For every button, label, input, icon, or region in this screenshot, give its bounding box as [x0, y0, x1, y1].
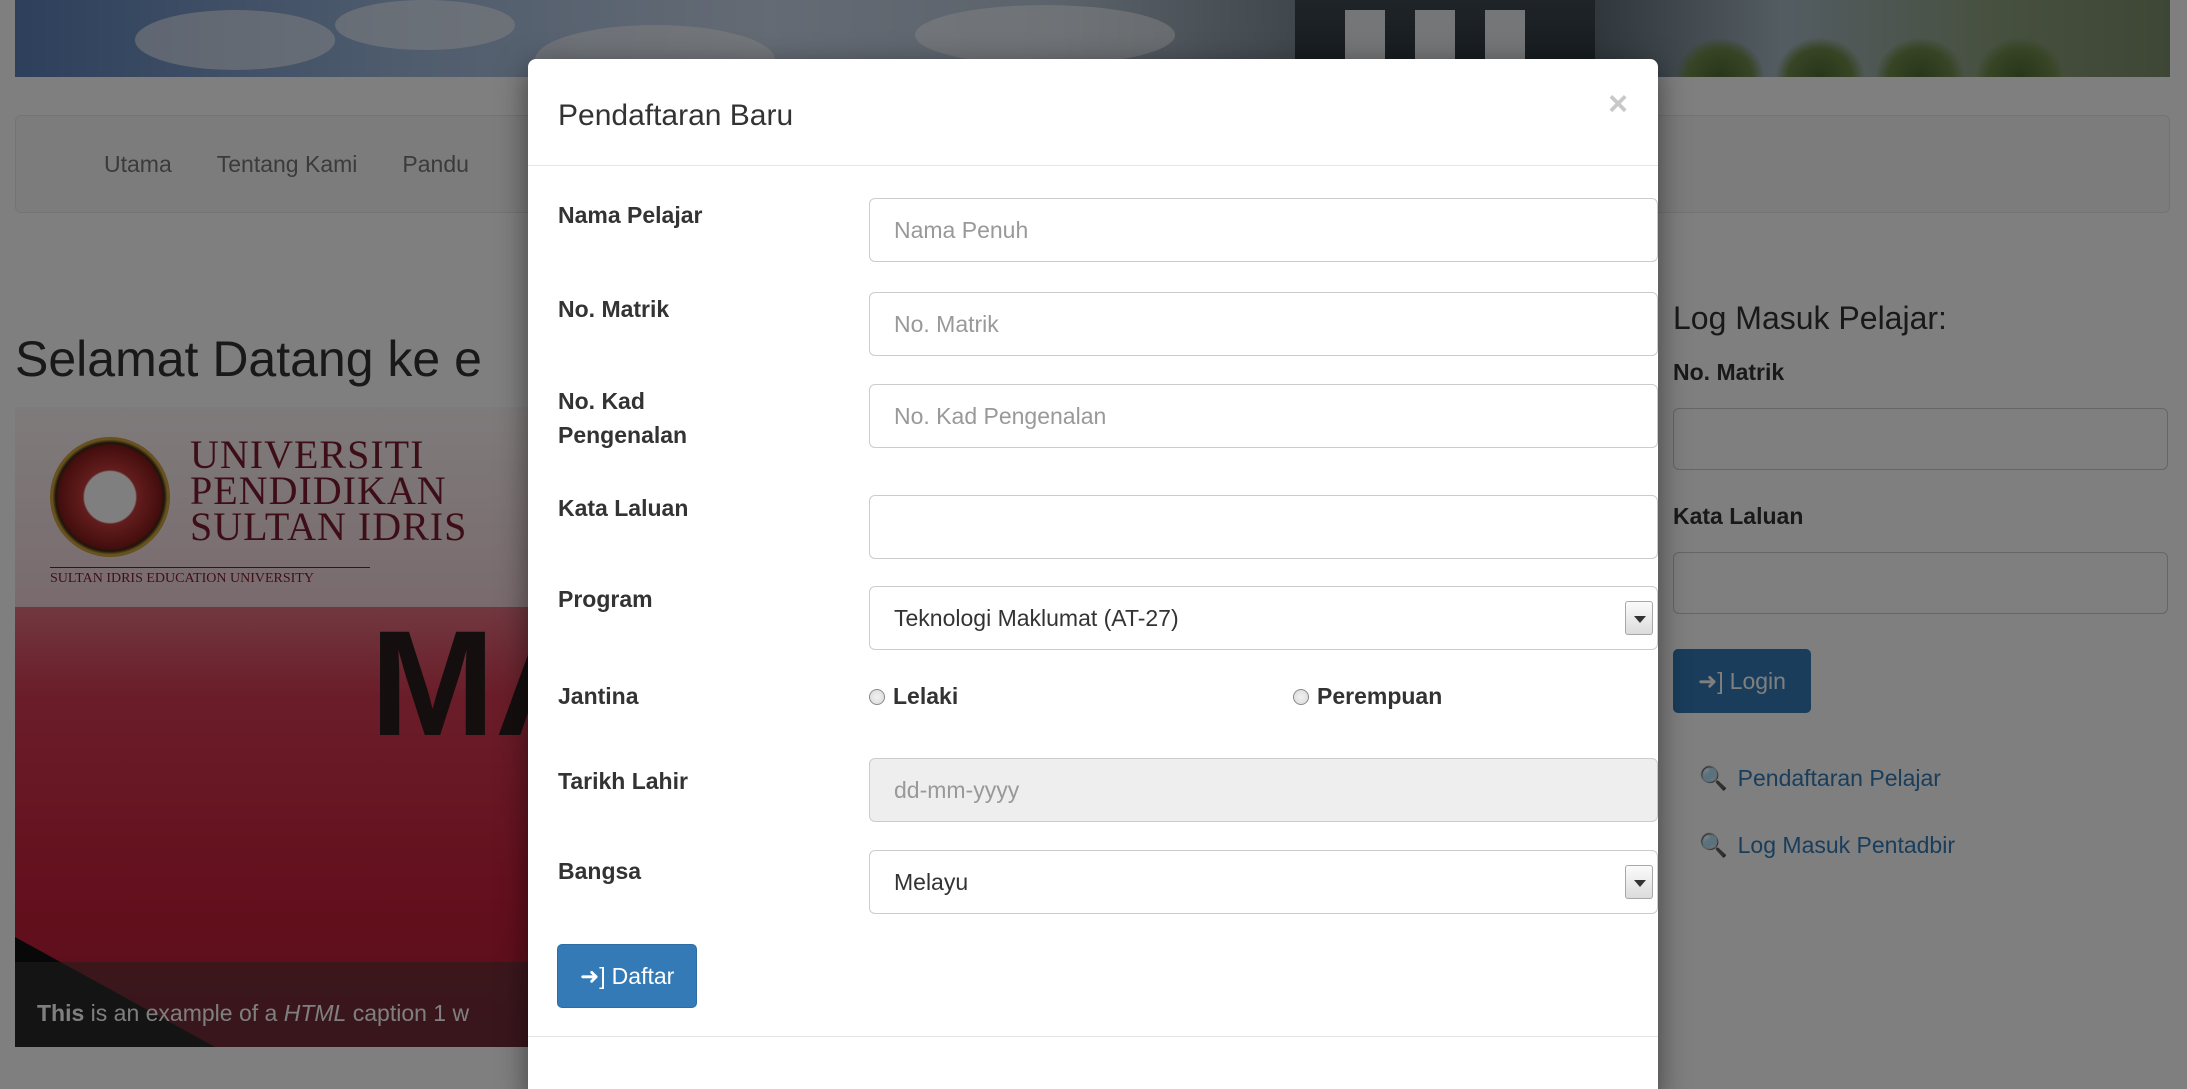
modal-footer-divider: [528, 1036, 1658, 1037]
bangsa-label: Bangsa: [558, 858, 642, 884]
program-select[interactable]: Teknologi Maklumat (AT-27): [869, 586, 1658, 650]
kata-laluan-input[interactable]: [869, 495, 1658, 559]
matrik-input[interactable]: No. Matrik: [869, 292, 1658, 356]
matrik-placeholder: No. Matrik: [894, 310, 999, 337]
radio-perempuan[interactable]: Perempuan: [1293, 683, 1442, 710]
kata-laluan-label: Kata Laluan: [558, 495, 689, 521]
close-icon[interactable]: ×: [1608, 85, 1628, 124]
kad-label-line1: No. Kad: [558, 388, 645, 414]
kad-placeholder: No. Kad Pengenalan: [894, 402, 1107, 429]
kad-label-line2: Pengenalan: [558, 422, 688, 448]
nama-label: Nama Pelajar: [558, 202, 703, 228]
nama-input[interactable]: Nama Penuh: [869, 198, 1658, 262]
radio-lelaki[interactable]: Lelaki: [869, 683, 958, 710]
bangsa-selected-value: Melayu: [894, 868, 969, 895]
nama-placeholder: Nama Penuh: [894, 216, 1029, 243]
registration-modal: Pendaftaran Baru × Nama Pelajar Nama Pen…: [528, 59, 1658, 1089]
kad-label: No. Kad Pengenalan: [558, 384, 758, 452]
tarikh-label: Tarikh Lahir: [558, 768, 688, 794]
modal-title: Pendaftaran Baru: [558, 99, 794, 132]
radio-button-icon[interactable]: [1293, 688, 1309, 705]
daftar-button[interactable]: ➜] Daftar: [557, 944, 698, 1008]
bangsa-select[interactable]: Melayu: [869, 850, 1658, 914]
daftar-button-label: Daftar: [611, 962, 675, 989]
radio-lelaki-label: Lelaki: [893, 683, 959, 709]
chevron-down-icon[interactable]: [1625, 601, 1653, 635]
chevron-down-icon[interactable]: [1625, 865, 1653, 899]
matrik-label: No. Matrik: [558, 296, 670, 322]
program-selected-value: Teknologi Maklumat (AT-27): [894, 604, 1179, 631]
kad-input[interactable]: No. Kad Pengenalan: [869, 384, 1658, 448]
sign-in-icon: ➜]: [580, 962, 606, 989]
program-label: Program: [558, 586, 653, 612]
radio-button-icon[interactable]: [869, 688, 885, 705]
tarikh-input[interactable]: dd-mm-yyyy: [869, 758, 1658, 822]
tarikh-placeholder: dd-mm-yyyy: [894, 776, 1020, 803]
radio-perempuan-label: Perempuan: [1317, 683, 1443, 709]
modal-header: Pendaftaran Baru ×: [528, 59, 1658, 166]
jantina-label: Jantina: [558, 683, 639, 709]
